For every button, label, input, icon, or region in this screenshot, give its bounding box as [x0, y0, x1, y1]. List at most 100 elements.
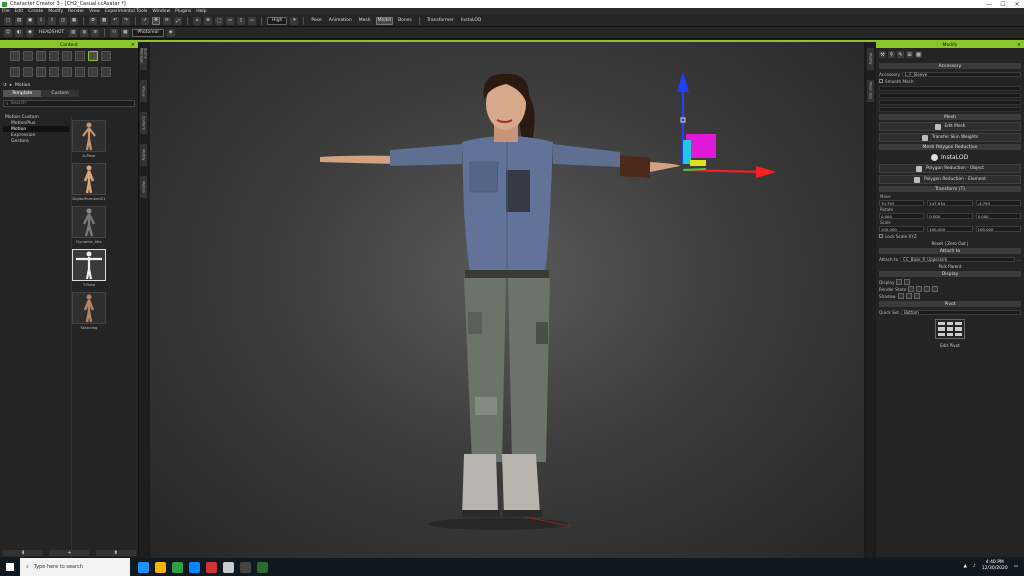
taskbar-app-icon[interactable] [138, 561, 149, 573]
collapse-button[interactable]: ⬍ [95, 549, 136, 556]
rotate-icon[interactable]: ⟳ [163, 16, 171, 25]
vtab-content[interactable]: Content [140, 112, 147, 134]
clock[interactable]: 4:40 PM 12/30/2020 [982, 560, 1008, 572]
export-icon[interactable]: ⇧ [48, 16, 56, 25]
redo-icon[interactable]: ↷ [122, 16, 130, 25]
taskbar-app-icon[interactable] [240, 561, 251, 573]
accessory-name-field[interactable]: L_F_Sleeve [902, 71, 1021, 77]
menu-file[interactable]: File [2, 9, 10, 14]
sub-icon-4[interactable] [49, 67, 59, 77]
edit-pivot-button[interactable]: Edit Pivot [879, 343, 1021, 348]
vtab-motion[interactable]: Motion [140, 176, 147, 198]
render-settings-icon[interactable]: ◈ [166, 28, 175, 37]
move-y-field[interactable]: 147.934 [927, 200, 973, 206]
display-visible-toggle[interactable] [896, 279, 903, 285]
props-icon[interactable] [49, 51, 59, 61]
menu-render[interactable]: Render [68, 9, 84, 14]
back-icon[interactable]: ↺ [3, 83, 7, 88]
mesh-button[interactable]: Mesh [357, 17, 373, 25]
taskbar-app-icon[interactable] [155, 561, 166, 573]
accessory-icon[interactable] [75, 51, 85, 61]
taskbar-app-icon[interactable] [223, 561, 234, 573]
zoom-icon[interactable]: ⊕ [204, 16, 212, 25]
character-icon[interactable]: ☺ [4, 28, 12, 37]
vtab-mesh-ops[interactable]: Mesh Ops [867, 80, 874, 102]
panel-close-icon[interactable]: × [1017, 42, 1021, 48]
taskbar-app-icon[interactable] [172, 561, 183, 573]
material-icon[interactable]: ◉ [26, 28, 34, 37]
quick-set-select[interactable]: Bottom [901, 309, 1021, 315]
transfer-skin-weights-button[interactable]: Transfer Skin Weights [879, 133, 1021, 142]
thumbnail-digitalhuman[interactable]: DigitalHuman001 [72, 163, 106, 201]
light-icon[interactable]: ☀ [290, 16, 299, 25]
taskbar-search[interactable]: ⌕ Type here to search [20, 558, 130, 576]
instalod-button[interactable]: InstaLOD [459, 17, 483, 25]
shadow-receive-toggle[interactable] [905, 293, 912, 299]
menu-modify[interactable]: Modify [48, 9, 63, 14]
quality-select[interactable]: High [267, 16, 288, 25]
pose-button[interactable]: Pose [309, 17, 323, 25]
network-icon[interactable]: ▲ [963, 564, 966, 569]
rotate-x-field[interactable]: 0.000 [879, 213, 925, 219]
pose-icon[interactable] [101, 51, 111, 61]
morph-icon[interactable]: ◐ [15, 28, 23, 37]
notification-icon[interactable]: ▭ [1014, 564, 1018, 569]
sub-icon-3[interactable] [36, 67, 46, 77]
vtab-scene-manager[interactable]: Scene Manager [140, 48, 148, 70]
tree-item-gesture[interactable]: Gesture [3, 138, 69, 144]
minimize-button[interactable]: — [982, 0, 996, 8]
thumbnail-standing[interactable]: Standing [72, 292, 106, 330]
3d-viewport[interactable] [150, 42, 864, 558]
sub-icon-5[interactable] [62, 67, 72, 77]
import-icon[interactable]: ⇩ [37, 16, 45, 25]
view-top-icon[interactable]: ▱ [248, 16, 256, 25]
sub-icon-6[interactable] [75, 67, 85, 77]
move-x-field[interactable]: 70.753 [879, 200, 925, 206]
frame-icon[interactable]: ⛶ [215, 16, 223, 25]
tab-template[interactable]: Template [3, 90, 41, 97]
lock-scale-checkbox[interactable] [879, 234, 883, 238]
menu-create[interactable]: Create [28, 9, 43, 14]
render-smooth-toggle[interactable] [916, 286, 923, 292]
checker-icon[interactable]: ▩ [915, 51, 922, 58]
edit-mesh-button[interactable]: Edit Mesh [879, 122, 1021, 131]
pivot-point[interactable] [946, 332, 954, 336]
vtab-modify-right[interactable]: Modify [867, 48, 874, 70]
save-icon[interactable]: ▣ [26, 16, 34, 25]
volume-icon[interactable]: ♪ [973, 564, 976, 569]
add-button[interactable]: + [49, 549, 90, 556]
sub-icon-1[interactable] [10, 67, 20, 77]
taskbar-app-icon[interactable] [257, 561, 268, 573]
pivot-point[interactable] [938, 322, 945, 326]
pivot-point[interactable] [955, 332, 962, 336]
scale-y-field[interactable]: 100.000 [927, 226, 973, 232]
thumbnail-a-pose[interactable]: A-Pose [72, 120, 106, 158]
render-mode-select[interactable]: Photoreal [132, 28, 164, 37]
shadow-off-toggle[interactable] [913, 293, 920, 299]
gear-icon[interactable]: ⚙ [89, 16, 97, 25]
undo-icon[interactable]: ↶ [111, 16, 119, 25]
menu-window[interactable]: Window [152, 9, 170, 14]
hair-icon[interactable]: ≋ [91, 28, 100, 37]
menu-plugins[interactable]: Plugins [175, 9, 191, 14]
menu-help[interactable]: Help [196, 9, 206, 14]
smooth-mesh-checkbox[interactable] [879, 79, 883, 83]
shadow-cast-toggle[interactable] [897, 293, 904, 299]
headshot-button[interactable]: HEADSHOT [37, 29, 66, 37]
select-icon[interactable]: ➚ [141, 16, 149, 25]
display-hidden-toggle[interactable] [904, 279, 911, 285]
render-wire-toggle[interactable] [924, 286, 931, 292]
breadcrumb-item[interactable]: Motion [15, 83, 30, 88]
clothing-icon[interactable]: ⚇ [110, 28, 119, 37]
sub-icon-8[interactable] [101, 67, 111, 77]
close-button[interactable]: ✕ [1010, 0, 1024, 8]
taskbar-app-icon[interactable] [189, 561, 200, 573]
grid-icon[interactable]: ▦ [100, 16, 108, 25]
material-icon[interactable]: ✎ [897, 51, 904, 58]
menu-view[interactable]: View [89, 9, 100, 14]
project-icon[interactable] [10, 51, 20, 61]
sub-icon-7[interactable] [88, 67, 98, 77]
bones-button[interactable]: Bones [396, 17, 414, 25]
scale-z-field[interactable]: 100.000 [975, 226, 1021, 232]
move-z-field[interactable]: -4.793 [975, 200, 1021, 206]
